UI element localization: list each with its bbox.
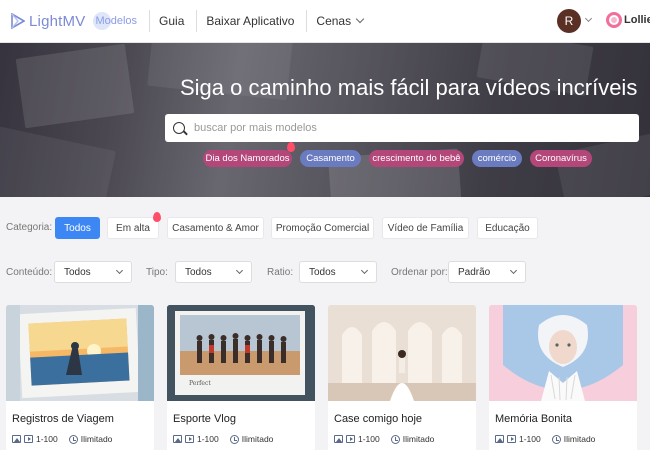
duration-text: Ilimitado <box>402 434 435 444</box>
media-range: 1-100 <box>358 434 380 444</box>
filter-conteudo-label: Conteúdo: <box>6 267 53 278</box>
template-title[interactable]: Registros de Viagem <box>12 413 114 425</box>
chevron-down-icon[interactable] <box>355 14 365 24</box>
nav-modelos[interactable]: Modelos <box>93 11 138 31</box>
search-input[interactable] <box>194 122 624 134</box>
chevron-down-icon <box>115 266 124 275</box>
tag-dia-dos-namorados[interactable]: Dia dos Namorados <box>203 150 292 167</box>
lightmv-logo-icon <box>11 13 25 29</box>
tag-casamento[interactable]: Casamento <box>300 150 361 167</box>
lightmv-logo[interactable]: LightMV <box>11 13 85 30</box>
duration-text: Ilimitado <box>80 434 113 444</box>
image-icon <box>334 435 343 443</box>
video-icon <box>185 435 194 443</box>
template-meta: 1-100 Ilimitado <box>495 434 595 444</box>
search-bar[interactable] <box>165 114 639 142</box>
category-video-de-familia[interactable]: Vídeo de Família <box>382 217 469 239</box>
nav-guia[interactable]: Guia <box>159 14 184 28</box>
media-range: 1-100 <box>519 434 541 444</box>
duration-text: Ilimitado <box>241 434 274 444</box>
template-card[interactable]: Perfect Esporte Vlog 1-100 Ilimitado <box>167 305 315 450</box>
hero-tag-list: Dia dos Namorados Casamento crescimento … <box>0 142 650 168</box>
template-thumbnail[interactable] <box>6 305 154 401</box>
image-icon <box>12 435 21 443</box>
lollies-link[interactable]: Lollies <box>624 14 650 26</box>
hot-flame-icon <box>287 142 295 152</box>
logo-text: LightMV <box>29 12 86 30</box>
image-icon <box>495 435 504 443</box>
video-icon <box>346 435 355 443</box>
filter-ratio-select[interactable]: Todos <box>299 261 377 283</box>
nav-divider <box>149 10 151 32</box>
clock-icon <box>551 434 561 444</box>
nav-baixar-aplicativo[interactable]: Baixar Aplicativo <box>206 14 294 28</box>
clock-icon <box>68 434 78 444</box>
template-thumbnail[interactable]: Perfect <box>167 305 315 401</box>
search-icon[interactable] <box>173 122 185 134</box>
template-thumbnail[interactable] <box>328 305 476 401</box>
hero-title: Siga o caminho mais fácil para vídeos in… <box>180 75 638 100</box>
template-card[interactable]: Case comigo hoje 1-100 Ilimitado <box>328 305 476 450</box>
top-navbar: LightMV Modelos Guia Baixar Aplicativo C… <box>0 0 650 43</box>
nav-divider <box>306 10 308 32</box>
filter-tipo-select[interactable]: Todos <box>175 261 252 283</box>
clock-icon <box>229 434 239 444</box>
filter-conteudo-value: Todos <box>64 266 91 278</box>
template-meta: 1-100 Ilimitado <box>173 434 273 444</box>
category-todos[interactable]: Todos <box>55 217 100 239</box>
wedding-thumbnail <box>328 305 476 401</box>
filter-ratio-label: Ratio: <box>267 267 294 278</box>
travel-photo-thumbnail <box>6 305 154 401</box>
duration-text: Ilimitado <box>563 434 596 444</box>
hot-flame-icon <box>153 212 161 222</box>
template-title[interactable]: Memória Bonita <box>495 413 572 425</box>
nav-modelos-label: Modelos <box>95 15 138 27</box>
tag-crescimento-do-bebe[interactable]: crescimento do bebê <box>369 150 464 167</box>
filter-tipo-value: Todos <box>185 266 212 278</box>
category-casamento-amor[interactable]: Casamento & Amor <box>167 217 264 239</box>
video-icon <box>24 435 33 443</box>
category-em-alta[interactable]: Em alta <box>107 217 159 239</box>
tag-coronavirus[interactable]: Coronavírus <box>530 150 592 167</box>
template-title[interactable]: Esporte Vlog <box>173 413 236 425</box>
category-educacao[interactable]: Educação <box>477 217 538 239</box>
media-range: 1-100 <box>36 434 58 444</box>
image-icon <box>173 435 182 443</box>
filter-ordenar-value: Padrão <box>458 266 491 278</box>
template-meta: 1-100 Ilimitado <box>334 434 434 444</box>
category-label: Categoria: <box>6 222 53 233</box>
avatar[interactable]: R <box>557 9 581 33</box>
chevron-down-icon[interactable] <box>584 14 593 23</box>
lollipop-icon[interactable] <box>606 12 622 28</box>
nav-cenas[interactable]: Cenas <box>316 14 351 28</box>
template-card[interactable]: Memória Bonita 1-100 Ilimitado <box>489 305 637 450</box>
thumbnail-caption: Perfect <box>189 380 211 387</box>
media-range: 1-100 <box>197 434 219 444</box>
template-title[interactable]: Case comigo hoje <box>334 413 422 425</box>
template-thumbnail[interactable] <box>489 305 637 401</box>
chevron-down-icon <box>509 266 518 275</box>
hero-banner: Siga o caminho mais fácil para vídeos in… <box>0 43 650 197</box>
filter-tipo-label: Tipo: <box>146 267 168 278</box>
template-card[interactable]: Registros de Viagem 1-100 Ilimitado <box>6 305 154 450</box>
template-meta: 1-100 Ilimitado <box>12 434 112 444</box>
nav-divider <box>196 10 198 32</box>
chevron-down-icon <box>235 266 244 275</box>
filter-ratio-value: Todos <box>309 266 336 278</box>
category-promocao-comercial[interactable]: Promoção Comercial <box>271 217 374 239</box>
beautiful-memory-thumbnail <box>489 305 637 401</box>
clock-icon <box>390 434 400 444</box>
filter-ordenar-label: Ordenar por: <box>391 267 448 278</box>
video-icon <box>507 435 516 443</box>
filter-ordenar-select[interactable]: Padrão <box>448 261 526 283</box>
tag-comercio[interactable]: comércio <box>472 150 522 167</box>
chevron-down-icon <box>360 266 369 275</box>
filter-conteudo-select[interactable]: Todos <box>54 261 132 283</box>
